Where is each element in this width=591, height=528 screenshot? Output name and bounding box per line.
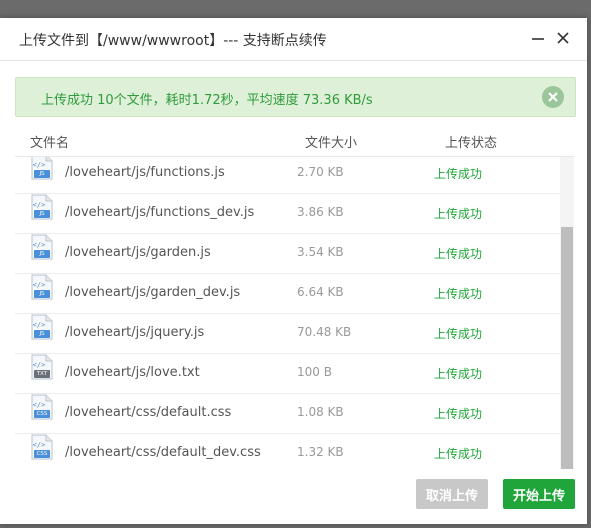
list-header: 文件名 文件大小 上传状态	[15, 124, 574, 157]
svg-text:</>: </>	[33, 441, 46, 449]
file-size: 2.70 KB	[297, 165, 344, 179]
upload-status: 上传成功	[434, 327, 483, 341]
file-row: </> TXT/loveheart/js/love.txt 100 B 上传成功	[15, 354, 560, 394]
file-type-label: CSS	[36, 411, 48, 417]
js-file-icon: </> JS	[31, 274, 53, 300]
upload-status: 上传成功	[434, 447, 483, 461]
file-size: 70.48 KB	[297, 325, 352, 339]
file-size: 3.54 KB	[297, 245, 344, 259]
file-name: /loveheart/js/love.txt	[65, 365, 200, 380]
scrollbar-thumb[interactable]	[561, 227, 573, 469]
file-row: </> JS/loveheart/js/garden_dev.js 6.64 KB 上…	[15, 274, 560, 314]
js-file-icon: </> JS	[31, 234, 53, 260]
css-file-icon: </> CSS	[31, 394, 53, 420]
file-type-label: JS	[39, 251, 45, 257]
success-alert: 上传成功 10个文件，耗时1.72秒，平均速度 73.36 KB/s	[15, 77, 576, 117]
file-name: /loveheart/css/default.css	[65, 405, 232, 420]
svg-text:</>: </>	[33, 321, 46, 329]
file-name: /loveheart/js/jquery.js	[65, 325, 205, 340]
file-name: /loveheart/js/garden.js	[65, 245, 211, 260]
dialog-footer: 取消上传 开始上传	[0, 469, 587, 524]
upload-status: 上传成功	[434, 407, 483, 421]
js-file-icon: </> JS	[31, 314, 53, 340]
file-name: /loveheart/css/default_dev.css	[65, 445, 261, 460]
file-type-label: JS	[39, 331, 45, 337]
minimize-icon[interactable]	[528, 28, 548, 48]
dialog-title: 上传文件到【/www/wwwroot】--- 支持断点续传	[19, 33, 327, 49]
svg-text:</>: </>	[33, 241, 46, 249]
file-type-label: CSS	[36, 451, 48, 457]
svg-text:</>: </>	[33, 401, 46, 409]
js-file-icon: </> JS	[31, 157, 53, 180]
scrollbar[interactable]	[560, 157, 574, 469]
upload-status: 上传成功	[434, 167, 483, 181]
cancel-upload-button[interactable]: 取消上传	[416, 479, 488, 509]
file-size: 6.64 KB	[297, 285, 344, 299]
start-upload-button[interactable]: 开始上传	[503, 479, 575, 509]
file-type-label: JS	[39, 171, 45, 177]
file-row: </> JS/loveheart/js/functions.js 2.70 KB 上传…	[15, 157, 560, 194]
txt-file-icon: </> TXT	[31, 354, 53, 380]
css-file-icon: </> CSS	[31, 434, 53, 460]
file-row: </> JS/loveheart/js/garden.js 3.54 KB 上传成功	[15, 234, 560, 274]
svg-text:</>: </>	[33, 161, 46, 169]
file-row: </> CSS/loveheart/css/default.css 1.08 KB 上…	[15, 394, 560, 434]
column-header-status: 上传状态	[445, 136, 498, 151]
upload-status: 上传成功	[434, 287, 483, 301]
upload-status: 上传成功	[434, 247, 483, 261]
column-header-size: 文件大小	[305, 136, 358, 151]
file-name: /loveheart/js/functions_dev.js	[65, 205, 255, 220]
file-row: </> JS/loveheart/js/functions_dev.js 3.86 …	[15, 194, 560, 234]
file-size: 100 B	[297, 365, 332, 379]
title-bar: 上传文件到【/www/wwwroot】--- 支持断点续传	[0, 18, 587, 61]
file-size: 1.32 KB	[297, 445, 344, 459]
upload-status: 上传成功	[434, 207, 483, 221]
upload-dialog: 上传文件到【/www/wwwroot】--- 支持断点续传 上传成功 10个文件…	[0, 18, 587, 524]
svg-text:</>: </>	[33, 361, 46, 369]
file-name: /loveheart/js/garden_dev.js	[65, 285, 241, 300]
svg-text:</>: </>	[33, 201, 46, 209]
alert-message: 上传成功 10个文件，耗时1.72秒，平均速度 73.36 KB/s	[41, 93, 373, 108]
file-list[interactable]: </> JS/loveheart/js/functions.js 2.70 KB 上传…	[15, 157, 574, 469]
svg-text:</>: </>	[33, 281, 46, 289]
file-type-label: TXT	[36, 371, 48, 377]
column-header-name: 文件名	[30, 136, 70, 151]
file-type-label: JS	[39, 291, 45, 297]
alert-close-icon[interactable]	[542, 86, 564, 108]
close-icon[interactable]	[553, 28, 573, 48]
file-size: 3.86 KB	[297, 205, 344, 219]
file-row: </> JS/loveheart/js/jquery.js 70.48 KB 上传成功	[15, 314, 560, 354]
file-type-label: JS	[39, 211, 45, 217]
upload-status: 上传成功	[434, 367, 483, 381]
file-size: 1.08 KB	[297, 405, 344, 419]
file-name: /loveheart/js/functions.js	[65, 165, 225, 180]
js-file-icon: </> JS	[31, 194, 53, 220]
file-row: </> CSS/loveheart/css/default_dev.css 1.32…	[15, 434, 560, 469]
